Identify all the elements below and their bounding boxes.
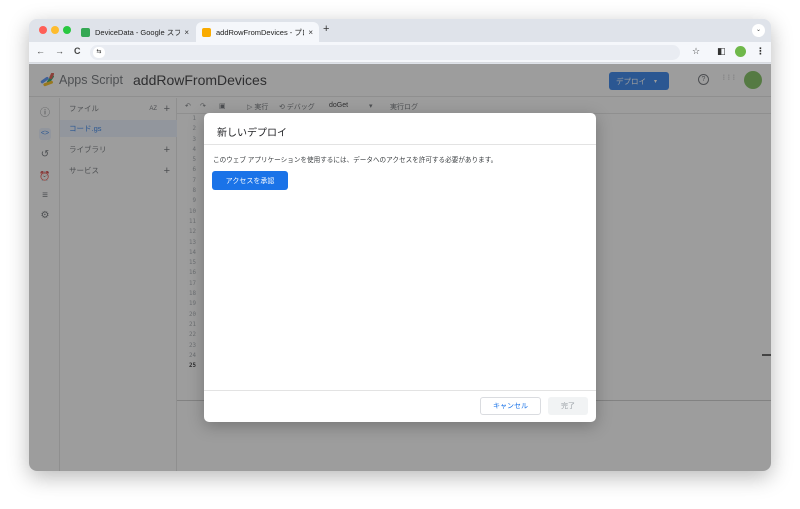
tab-close-icon[interactable]: × [184,28,189,37]
new-deployment-dialog: 新しいデプロイ このウェブ アプリケーションを使用するには、データへのアクセスを… [204,113,596,422]
panel-resize-handle[interactable] [762,354,771,356]
browser-toolbar: ← → C ⇆ ☆ ◧ ⋮ [29,42,771,63]
side-panel-icon[interactable]: ◧ [717,46,726,57]
new-tab-button[interactable]: + [323,23,329,35]
minimize-window-button[interactable] [51,26,59,34]
back-button[interactable]: ← [36,46,45,56]
reload-button[interactable]: C [74,46,81,56]
tab-addrowfromdevices[interactable]: addRowFromDevices - プロジ × [196,22,319,42]
tab-close-icon[interactable]: × [308,28,313,37]
forward-button[interactable]: → [55,46,64,56]
tab-title: DeviceData - Google スプレッ [95,27,181,37]
bookmark-star-icon[interactable]: ☆ [692,46,700,57]
done-button: 完了 [548,397,588,415]
cancel-button[interactable]: キャンセル [480,397,541,415]
dialog-message: このウェブ アプリケーションを使用するには、データへのアクセスを許可する必要があ… [213,157,498,164]
authorize-access-button[interactable]: アクセスを承認 [212,171,288,190]
tab-title: addRowFromDevices - プロジ [216,27,304,37]
sheets-icon [81,27,90,37]
divider [204,144,596,145]
address-bar[interactable]: ⇆ [90,45,680,60]
profile-avatar[interactable] [735,46,746,57]
tab-strip: DeviceData - Google スプレッ × addRowFromDev… [29,19,771,42]
apps-script-icon [202,27,211,37]
tab-search-icon[interactable]: ⌄ [752,24,765,37]
browser-window: DeviceData - Google スプレッ × addRowFromDev… [29,19,771,471]
site-info-icon[interactable]: ⇆ [93,47,105,58]
tab-devicedata[interactable]: DeviceData - Google スプレッ × [75,22,195,42]
divider [204,390,596,391]
dialog-title: 新しいデプロイ [217,128,287,139]
close-window-button[interactable] [39,26,47,34]
browser-menu-icon[interactable]: ⋮ [756,46,765,57]
maximize-window-button[interactable] [63,26,71,34]
